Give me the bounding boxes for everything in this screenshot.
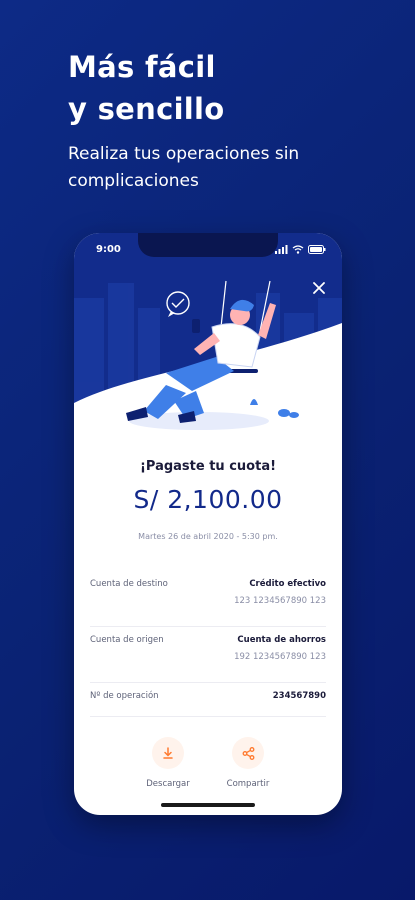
download-circle[interactable]	[152, 737, 184, 769]
share-button[interactable]: Compartir	[213, 737, 283, 789]
headline-line-1: Más fácil	[68, 50, 216, 84]
status-time: 9:00	[96, 244, 121, 255]
detail-account-number: 192 1234567890 123	[234, 652, 326, 662]
download-button[interactable]: Descargar	[133, 737, 203, 789]
share-label[interactable]: Compartir	[213, 779, 283, 789]
close-icon	[313, 282, 325, 294]
subhead-line-2: complicaciones	[68, 171, 199, 191]
battery-icon	[308, 244, 326, 254]
home-indicator	[161, 803, 255, 807]
headline-line-2: y sencillo	[68, 92, 225, 126]
detail-row-destination: Cuenta de destino Crédito efectivo 123 1…	[90, 579, 326, 627]
share-circle[interactable]	[232, 737, 264, 769]
phone-notch	[138, 233, 278, 257]
swing-illustration	[74, 280, 342, 443]
payment-success-title: ¡Pagaste tu cuota!	[139, 459, 277, 474]
download-label[interactable]: Descargar	[133, 779, 203, 789]
promo-headline: Más fácil y sencillo	[68, 46, 388, 130]
detail-label: Cuenta de destino	[90, 579, 168, 589]
detail-value: Crédito efectivo	[249, 579, 326, 589]
detail-label: Cuenta de origen	[90, 635, 164, 645]
subhead-line-1: Realiza tus operaciones sin	[68, 144, 300, 164]
signal-icon	[275, 244, 288, 254]
detail-row-origin: Cuenta de origen Cuenta de ahorros 192 1…	[90, 635, 326, 683]
payment-date: Martes 26 de abril 2020 - 5:30 pm.	[138, 532, 278, 541]
promo-subheadline: Realiza tus operaciones sin complicacion…	[68, 141, 388, 195]
detail-value: Cuenta de ahorros	[237, 635, 326, 645]
wifi-icon	[292, 244, 304, 254]
detail-account-number: 123 1234567890 123	[234, 596, 326, 606]
operation-number: 234567890	[272, 691, 326, 701]
detail-label: Nº de operación	[90, 691, 159, 701]
share-icon	[242, 746, 254, 760]
download-icon	[163, 747, 173, 759]
payment-amount: S/ 2,100.00	[133, 485, 283, 514]
status-icons	[275, 244, 326, 254]
detail-row-operation: Nº de operación 234567890	[90, 691, 326, 717]
phone-mockup: 9:00 ¡Pagaste tu cuota! S/ 2,100.00 Mart…	[74, 233, 342, 815]
close-button[interactable]	[308, 277, 330, 299]
